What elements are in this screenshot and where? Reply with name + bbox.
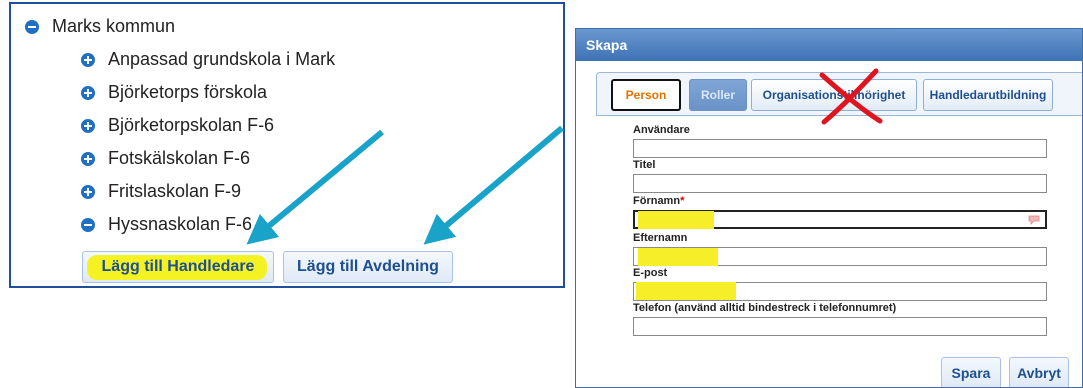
expand-icon[interactable] — [81, 151, 95, 166]
tree-item-label: Björketorpskolan F-6 — [108, 115, 275, 135]
tree-root[interactable]: Marks kommun — [25, 16, 175, 37]
title-label: Titel — [633, 159, 656, 171]
tree-item[interactable]: Fritslaskolan F-9 — [81, 181, 241, 202]
dialog-footer — [576, 347, 1082, 387]
username-input[interactable] — [633, 139, 1047, 158]
save-button[interactable]: Spara — [941, 357, 1001, 387]
tree-root-label: Marks kommun — [52, 16, 176, 36]
create-dialog: Skapa Person Roller Organisationstillhör… — [575, 28, 1083, 388]
phone-label: Telefon (använd alltid bindestreck i tel… — [633, 302, 897, 314]
expand-icon[interactable] — [81, 184, 95, 199]
tree-item[interactable]: Björketorpskolan F-6 — [81, 115, 274, 136]
firstname-label: Förnamn* — [633, 195, 685, 207]
tree-item[interactable]: Fotskälskolan F-6 — [81, 148, 250, 169]
dialog-title: Skapa — [576, 29, 1082, 61]
email-label: E-post — [633, 267, 668, 279]
tree-item-label: Fotskälskolan F-6 — [108, 148, 251, 168]
expand-icon[interactable] — [81, 118, 95, 133]
email-input[interactable] — [633, 282, 1047, 301]
title-input[interactable] — [633, 174, 1047, 193]
tree-item-label: Anpassad grundskola i Mark — [108, 49, 336, 69]
required-indicator-icon — [1028, 215, 1040, 225]
organization-tree-panel: Marks kommun Anpassad grundskola i Mark … — [9, 2, 565, 288]
highlight-marker — [638, 248, 718, 266]
cancel-button[interactable]: Avbryt — [1009, 357, 1069, 387]
add-supervisor-button[interactable]: Lägg till Handledare — [82, 251, 274, 283]
tree-item[interactable]: Hyssnaskolan F-6 — [81, 214, 252, 235]
tree-item[interactable]: Björketorps förskola — [81, 82, 267, 103]
username-label: Användare — [633, 124, 690, 136]
tab-person[interactable]: Person — [611, 79, 681, 111]
highlight-marker — [638, 211, 714, 229]
firstname-input[interactable] — [633, 210, 1047, 229]
collapse-icon[interactable] — [81, 217, 95, 232]
tree-item-label: Fritslaskolan F-9 — [108, 181, 242, 201]
tree-item[interactable]: Anpassad grundskola i Mark — [81, 49, 335, 70]
red-cross-mark — [819, 68, 883, 125]
tab-supervisor-training[interactable]: Handledarutbildning — [923, 79, 1053, 111]
highlight-marker — [636, 282, 736, 300]
expand-icon[interactable] — [81, 85, 95, 100]
expand-icon[interactable] — [81, 52, 95, 67]
tab-roller[interactable]: Roller — [689, 79, 747, 111]
add-department-button[interactable]: Lägg till Avdelning — [283, 251, 453, 283]
phone-input[interactable] — [633, 317, 1047, 336]
tree-item-label: Björketorps förskola — [108, 82, 268, 102]
collapse-icon[interactable] — [25, 19, 39, 34]
tree-item-label: Hyssnaskolan F-6 — [108, 214, 253, 234]
required-marker: * — [680, 195, 685, 207]
lastname-input[interactable] — [633, 247, 1047, 266]
lastname-label: Efternamn — [633, 232, 688, 244]
